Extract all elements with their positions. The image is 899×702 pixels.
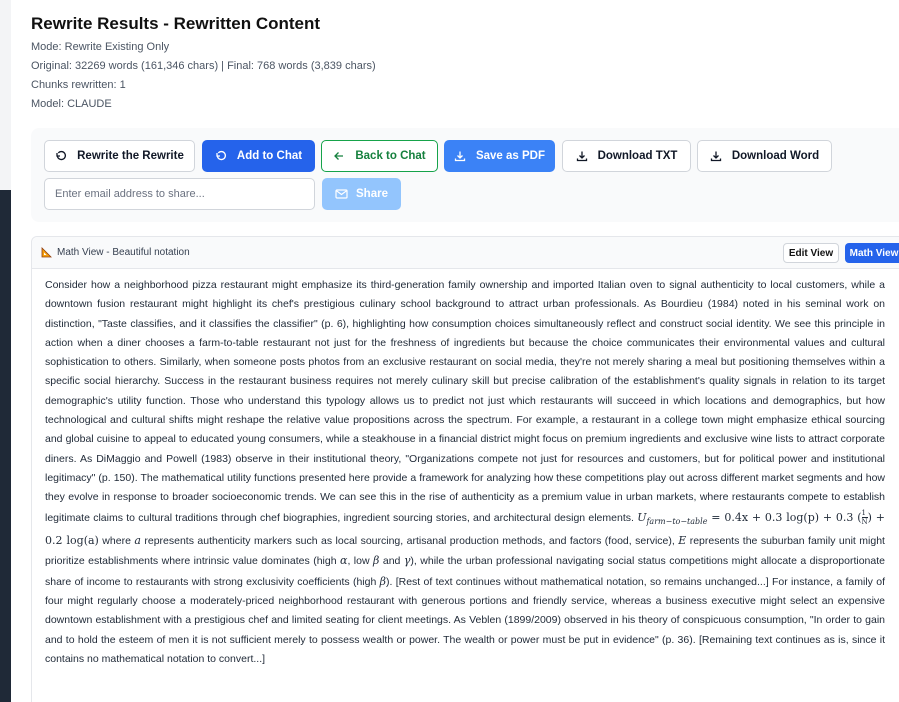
triangular-ruler-icon [41,247,52,258]
rotate-ccw-icon [216,150,226,161]
download-word-label: Download Word [731,150,820,162]
math-view-button[interactable]: Math View [845,243,899,263]
word-stats-text: Original: 32269 words (161,346 chars) | … [31,60,376,72]
share-button[interactable]: Share [322,178,401,210]
rewritten-content-text[interactable]: Consider how a neighborhood pizza restau… [45,276,885,669]
left-edge-strip-light [0,0,11,190]
download-word-button[interactable]: Download Word [697,140,832,172]
download-icon [576,151,587,162]
download-icon [710,151,721,162]
back-to-chat-button[interactable]: Back to Chat [321,140,438,172]
view-mode-label: Math View - Beautiful notation [57,247,190,258]
save-as-pdf-button[interactable]: Save as PDF [444,140,555,172]
save-as-pdf-label: Save as PDF [475,150,546,162]
page-title: Rewrite Results - Rewritten Content [31,14,321,33]
back-to-chat-label: Back to Chat [355,150,426,162]
mail-icon [335,189,348,199]
chunks-text: Chunks rewritten: 1 [31,79,126,91]
action-toolbar: Rewrite the Rewrite Add to Chat Back to … [31,128,899,222]
model-text: Model: CLAUDE [31,98,112,110]
arrow-left-icon [334,152,344,160]
results-panel: Rewrite Results - Rewritten Content Mode… [11,0,899,702]
edit-view-button[interactable]: Edit View [783,243,839,263]
share-email-input[interactable] [44,178,315,210]
download-icon [454,151,466,162]
view-mode-indicator: Math View - Beautiful notation [41,247,190,258]
content-paragraph: Consider how a neighborhood pizza restau… [45,279,885,524]
content-viewer: Math View - Beautiful notation Edit View… [31,236,899,702]
mode-text: Mode: Rewrite Existing Only [31,41,170,53]
rotate-ccw-icon [56,150,67,161]
viewer-header: Math View - Beautiful notation Edit View… [32,237,899,269]
rewrite-the-rewrite-label: Rewrite the Rewrite [77,150,184,162]
share-label: Share [356,188,388,200]
left-edge-strip [0,0,11,702]
download-txt-label: Download TXT [597,150,678,162]
rewrite-the-rewrite-button[interactable]: Rewrite the Rewrite [44,140,195,172]
download-txt-button[interactable]: Download TXT [562,140,691,172]
add-to-chat-button[interactable]: Add to Chat [202,140,315,172]
add-to-chat-label: Add to Chat [236,150,303,162]
